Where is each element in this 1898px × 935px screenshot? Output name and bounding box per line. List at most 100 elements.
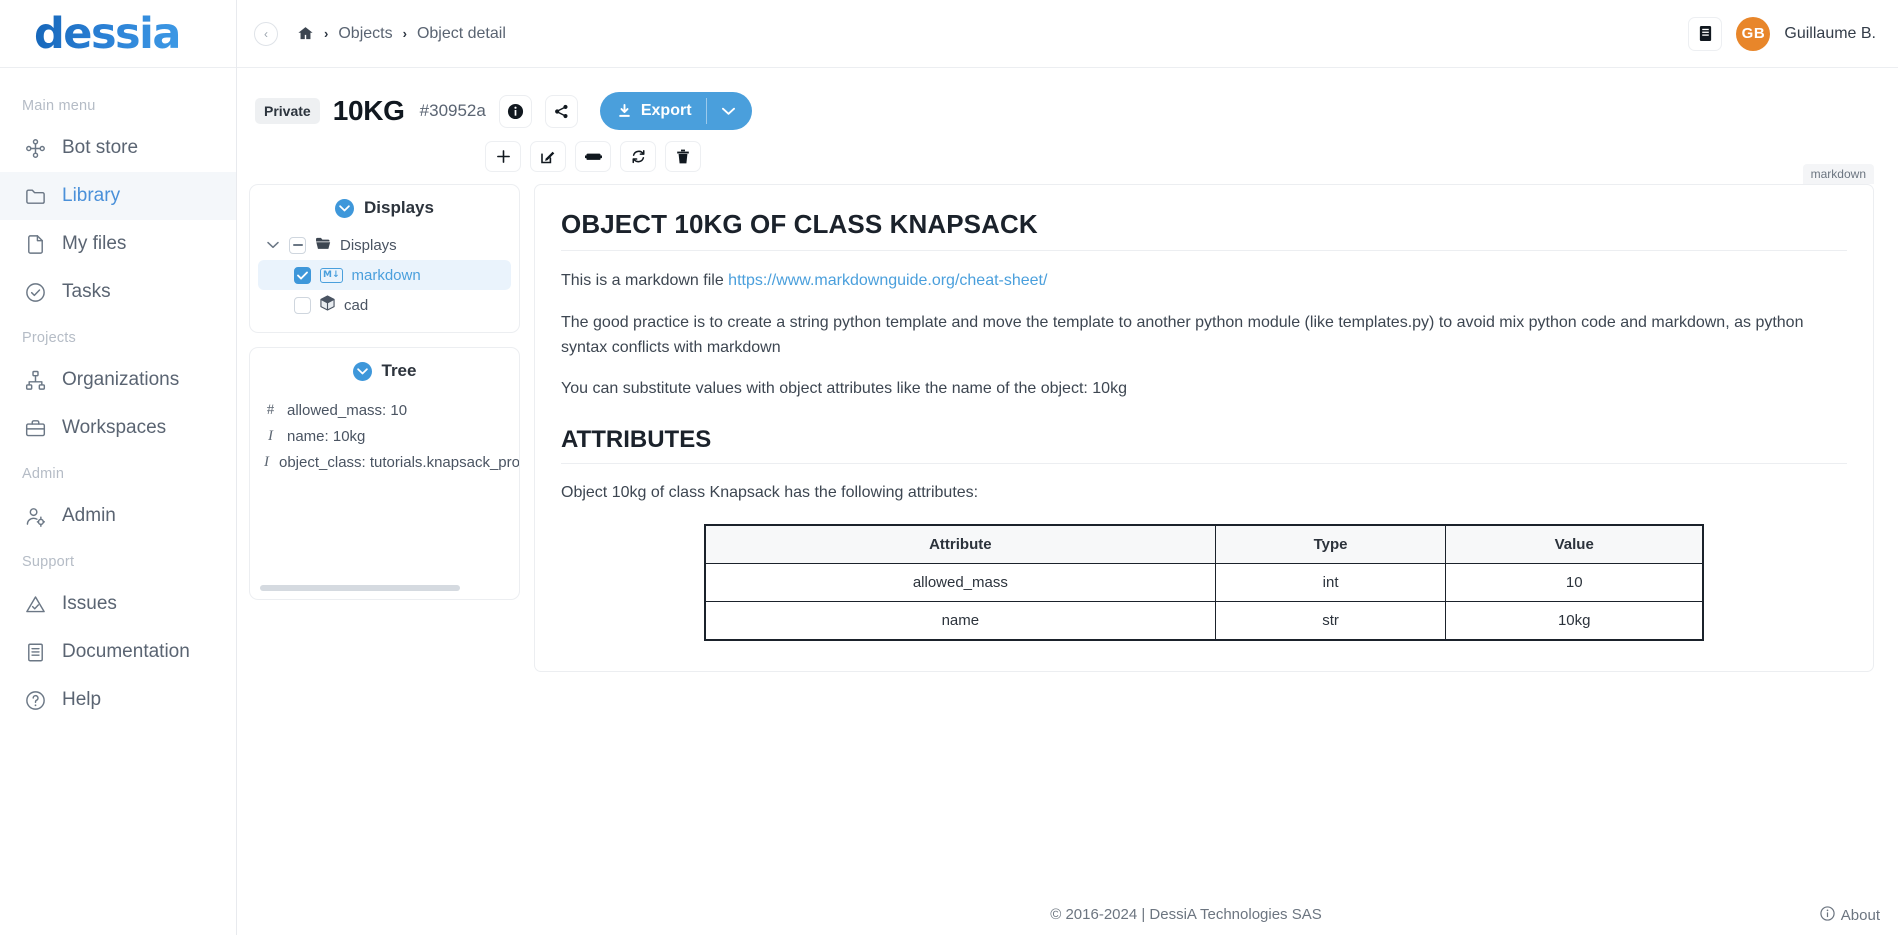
markdown-icon: M↓ <box>320 267 343 283</box>
sidebar-group-label-projects: Projects <box>22 330 76 346</box>
refresh-button[interactable] <box>620 141 656 172</box>
displays-root-checkbox[interactable] <box>289 236 306 254</box>
about-label: About <box>1840 907 1880 924</box>
sidebar-item-tasks[interactable]: Tasks <box>0 268 236 316</box>
add-button[interactable] <box>485 141 521 172</box>
share-icon <box>554 104 568 118</box>
briefcase-icon <box>24 417 47 440</box>
sidebar-item-library[interactable]: Library <box>0 172 236 220</box>
tree-attribute-row[interactable]: Iobject_class: tutorials.knapsack_prob <box>264 449 519 475</box>
sidebar-item-admin[interactable]: Admin <box>0 492 236 540</box>
chevron-down-icon[interactable] <box>266 241 280 249</box>
displays-panel-header: Displays <box>250 185 519 230</box>
tree-attribute-label: name: 10kg <box>287 427 366 445</box>
sidebar-item-label: Organizations <box>62 369 180 390</box>
home-icon[interactable] <box>297 25 314 42</box>
sidebar-item-label: Admin <box>62 505 116 526</box>
sidebar-group-label-support: Support <box>22 554 75 570</box>
sidebar-item-issues[interactable]: Issues <box>0 580 236 628</box>
avatar[interactable]: GB <box>1736 16 1771 51</box>
folder-icon <box>24 185 47 208</box>
attributes-table-cell: 10 <box>1445 562 1704 602</box>
displays-collapse-icon[interactable] <box>335 198 355 218</box>
left-column: Displays Displays M↓ markdown cad Tree #… <box>237 184 520 672</box>
refresh-icon <box>632 149 644 164</box>
rename-button[interactable] <box>575 141 611 172</box>
sidebar-item-my-files[interactable]: My files <box>0 220 236 268</box>
visibility-badge: Private <box>255 98 320 124</box>
cube-icon <box>320 295 335 315</box>
sidebar-item-organizations[interactable]: Organizations <box>0 356 236 404</box>
sidebar-item-documentation[interactable]: Documentation <box>0 628 236 676</box>
edit-button[interactable] <box>530 141 566 172</box>
logo-container[interactable]: dessia <box>0 0 236 68</box>
sidebar-item-bot-store[interactable]: Bot store <box>0 124 236 172</box>
attributes-table-body: allowed_mass int 10 name str 10kg <box>704 562 1704 641</box>
breadcrumb-item-object-detail[interactable]: Object detail <box>417 25 506 43</box>
attributes-table-header-cell: Attribute <box>704 524 1216 564</box>
download-icon <box>616 103 633 120</box>
sidebar-nav: Main menu Bot store Library My files Tasks Pr… <box>0 68 236 724</box>
sidebar-collapse-button[interactable]: ‹ <box>254 21 278 46</box>
markdown-paragraph-4: Object 10kg of class Knapsack has the fo… <box>561 484 979 502</box>
delete-button[interactable] <box>665 141 701 172</box>
export-dropdown-toggle[interactable] <box>709 107 748 116</box>
sidebar-group-label-main-menu: Main menu <box>22 98 96 114</box>
sidebar-item-label: My files <box>62 233 127 254</box>
chevron-down-icon <box>721 107 735 115</box>
displays-item-markdown[interactable]: M↓ markdown <box>258 260 511 290</box>
attributes-table-header-cell: Type <box>1214 524 1447 564</box>
bot-store-icon <box>24 137 47 160</box>
tree-horizontal-scrollbar[interactable] <box>260 585 460 591</box>
attributes-table-cell: allowed_mass <box>704 562 1216 602</box>
chevron-left-icon: ‹ <box>264 26 268 41</box>
share-button[interactable] <box>544 94 578 128</box>
sidebar-item-label: Library <box>62 185 121 206</box>
tree-attribute-row[interactable]: # allowed_mass: 10 <box>264 397 519 423</box>
main-area: ‹ › Objects › Object detail GB Guillaume… <box>237 0 1898 935</box>
tree-collapse-icon[interactable] <box>352 361 372 381</box>
sidebar-item-label: Workspaces <box>62 417 167 438</box>
sidebar-item-workspaces[interactable]: Workspaces <box>0 404 236 452</box>
sidebar-item-label: Bot store <box>62 137 139 158</box>
body-columns: Displays Displays M↓ markdown cad Tree #… <box>237 164 1898 672</box>
displays-panel-title: Displays <box>364 198 434 217</box>
cad-checkbox[interactable] <box>294 296 311 314</box>
displays-tree: Displays M↓ markdown cad <box>250 230 519 332</box>
breadcrumb-item-objects[interactable]: Objects <box>338 25 392 43</box>
markdown-tag-label: markdown <box>1802 164 1874 184</box>
displays-item-cad[interactable]: cad <box>258 290 511 320</box>
dessia-logo: dessia <box>34 8 181 59</box>
info-button[interactable] <box>498 94 532 128</box>
number-type-icon: # <box>266 401 275 418</box>
breadcrumb-separator-2: › <box>402 26 407 41</box>
question-circle-icon <box>24 689 47 712</box>
attributes-table-cell: str <box>1214 600 1447 641</box>
breadcrumb: › Objects › Object detail <box>297 25 506 43</box>
tree-attribute-row[interactable]: Iname: 10kg <box>264 423 519 449</box>
topbar-right: GB Guillaume B. <box>1688 16 1876 51</box>
markdown-cheatsheet-link[interactable]: https://www.markdownguide.org/cheat-shee… <box>728 272 1047 289</box>
tree-panel-title: Tree <box>381 361 417 380</box>
check-circle-icon <box>24 281 47 304</box>
tag-icon <box>584 153 602 160</box>
document-icon-button[interactable] <box>1688 16 1723 51</box>
markdown-paragraph-3: You can substitute values with object at… <box>561 380 1127 398</box>
sidebar-item-label: Documentation <box>62 641 190 662</box>
markdown-checkbox[interactable] <box>294 266 311 284</box>
string-type-icon: I <box>264 453 269 470</box>
sidebar-group-label-admin: Admin <box>22 466 65 482</box>
displays-root-row[interactable]: Displays <box>258 230 511 260</box>
folder-open-icon <box>315 237 331 254</box>
displays-root-label: Displays <box>340 236 397 254</box>
object-id: #30952a <box>419 101 486 120</box>
table-header-row: Attribute Type Value <box>704 524 1704 564</box>
sidebar: dessia Main menu Bot store Library My files… <box>0 0 237 935</box>
attributes-table-cell: 10kg <box>1445 600 1704 641</box>
about-button[interactable]: About <box>1820 906 1880 925</box>
org-chart-icon <box>24 369 47 392</box>
export-button[interactable]: Export <box>599 92 752 130</box>
displays-panel: Displays Displays M↓ markdown cad <box>249 184 520 333</box>
sidebar-item-help[interactable]: Help <box>0 676 236 724</box>
user-name: Guillaume B. <box>1784 24 1876 42</box>
